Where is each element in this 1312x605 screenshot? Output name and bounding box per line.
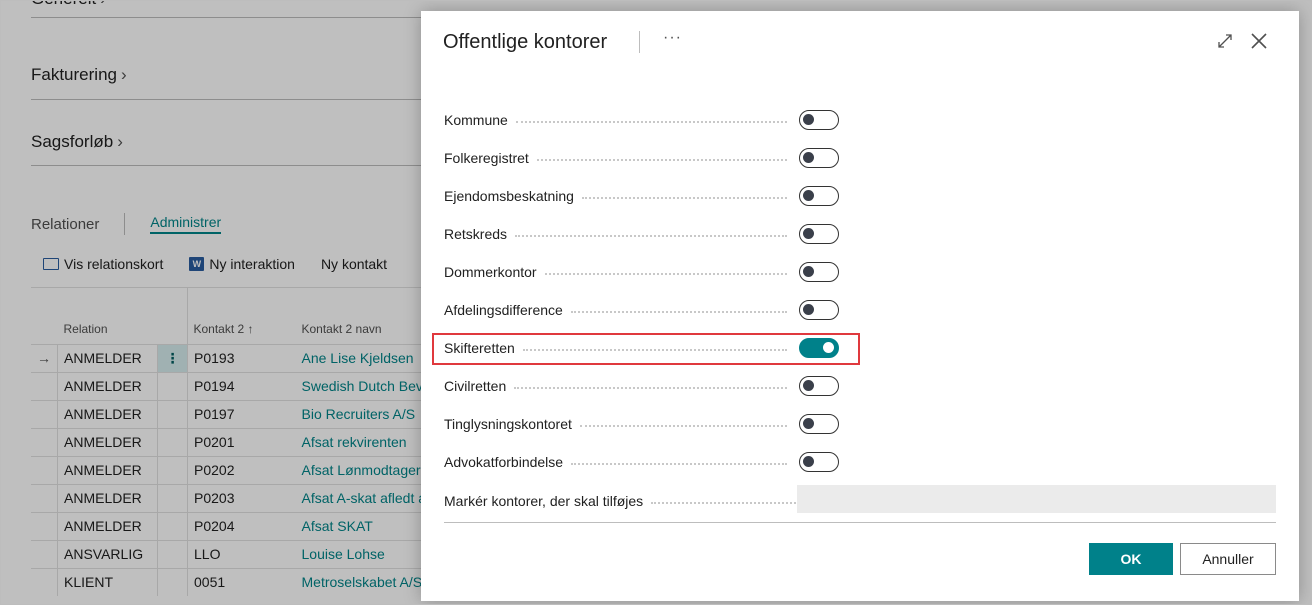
toggle-knob — [803, 304, 814, 315]
leader-dots — [515, 235, 787, 237]
more-options-button[interactable]: ··· — [663, 29, 682, 47]
toggle-knob — [803, 152, 814, 163]
toggle-knob — [803, 380, 814, 391]
field-row: Afdelingsdifference — [444, 298, 839, 322]
dialog-title: Offentlige kontorer — [443, 31, 608, 53]
toggle-knob — [803, 418, 814, 429]
leader-dots — [581, 197, 787, 199]
toggle-switch[interactable] — [799, 110, 839, 130]
leader-dots — [571, 463, 787, 465]
mark-offices-field[interactable] — [797, 485, 1276, 513]
cancel-button[interactable]: Annuller — [1180, 543, 1276, 575]
field-label: Civilretten — [444, 378, 507, 394]
field-label: Tinglysningskontoret — [444, 416, 572, 432]
highlight-box — [432, 333, 860, 365]
field-label: Afdelingsdifference — [444, 302, 563, 318]
mark-field-label: Markér kontorer, der skal tilføjes — [444, 493, 644, 509]
toggle-knob — [803, 456, 814, 467]
divider — [444, 522, 1276, 523]
field-label: Dommerkontor — [444, 264, 537, 280]
divider — [639, 31, 640, 53]
mark-field-row: Markér kontorer, der skal tilføjes — [444, 489, 839, 513]
leader-dots — [570, 311, 787, 313]
toggle-knob — [803, 190, 814, 201]
field-label: Retskreds — [444, 226, 508, 242]
toggle-switch[interactable] — [799, 186, 839, 206]
toggle-switch[interactable] — [799, 414, 839, 434]
toggle-knob — [803, 266, 814, 277]
field-label: Folkeregistret — [444, 150, 529, 166]
close-icon[interactable] — [1250, 32, 1268, 50]
screen: Generelt › Fakturering › Sagsforløb › Re… — [0, 0, 1312, 605]
field-row: Folkeregistret — [444, 146, 839, 170]
leader-dots — [579, 425, 787, 427]
field-row: Civilretten — [444, 374, 839, 398]
field-row: Advokatforbindelse — [444, 450, 839, 474]
dialog-offentlige-kontorer: Offentlige kontorer ··· Kommune Folkeregi… — [421, 11, 1299, 601]
toggle-switch[interactable] — [799, 376, 839, 396]
toggle-switch[interactable] — [799, 300, 839, 320]
toggle-switch[interactable] — [799, 262, 839, 282]
field-row: Retskreds — [444, 222, 839, 246]
field-row: Tinglysningskontoret — [444, 412, 839, 436]
field-label: Advokatforbindelse — [444, 454, 564, 470]
leader-dots — [544, 273, 787, 275]
field-row: Kommune — [444, 108, 839, 132]
leader-dots — [536, 159, 787, 161]
field-label: Ejendomsbeskatning — [444, 188, 574, 204]
toggle-knob — [803, 228, 814, 239]
toggle-switch[interactable] — [799, 452, 839, 472]
field-label: Kommune — [444, 112, 508, 128]
field-row: Dommerkontor — [444, 260, 839, 284]
leader-dots — [514, 387, 787, 389]
toggle-knob — [803, 114, 814, 125]
leader-dots — [515, 121, 787, 123]
toggle-switch[interactable] — [799, 224, 839, 244]
field-row: Ejendomsbeskatning — [444, 184, 839, 208]
toggle-switch[interactable] — [799, 148, 839, 168]
ok-button[interactable]: OK — [1089, 543, 1173, 575]
expand-icon[interactable] — [1217, 33, 1233, 49]
